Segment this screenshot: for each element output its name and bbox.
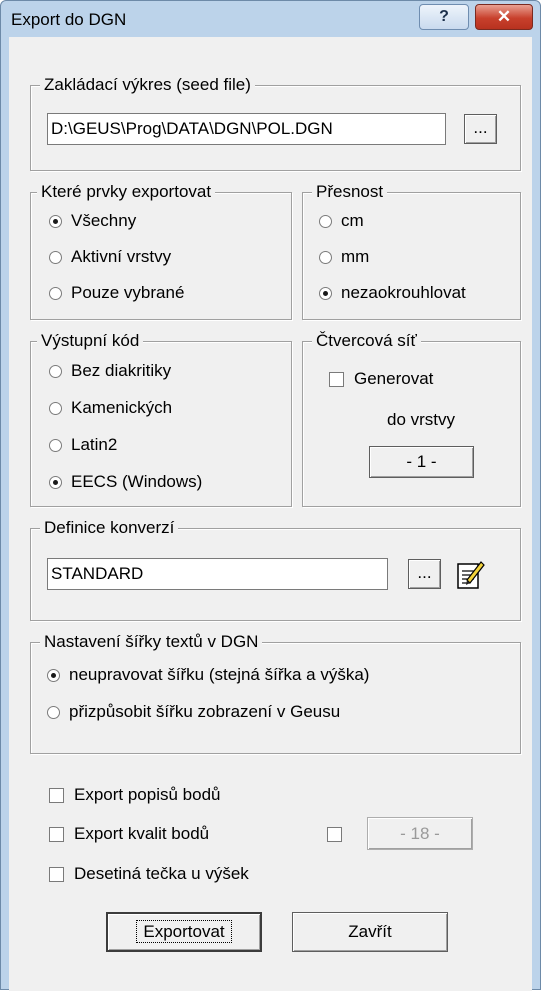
export-dgn-dialog: Export do DGN ? ✕ Zakládací výkres (seed… [0, 0, 541, 991]
conversion-definition-input[interactable]: STANDARD [47, 558, 388, 590]
generate-grid-label: Generovat [354, 369, 434, 388]
close-button[interactable]: Zavřít [292, 912, 448, 952]
text-width-legend: Nastavení šířky textů v DGN [40, 632, 263, 652]
radio-mm[interactable]: mm [319, 246, 369, 268]
quality-layer-checkbox[interactable] [327, 823, 352, 845]
conversion-definition-group: Definice konverzí STANDARD ... [30, 518, 521, 621]
radio-keep-width-label: neupravovat šířku (stejná šířka a výška) [69, 665, 370, 684]
radio-button-icon [319, 250, 332, 264]
generate-grid-checkbox[interactable]: Generovat [329, 368, 433, 390]
precision-group: Přesnost cm mm nezaokrouhlovat [302, 182, 521, 320]
radio-cm-label: cm [341, 211, 364, 230]
radio-adapt-width-label: přizpůsobit šířku zobrazení v Geusu [69, 702, 341, 721]
radio-button-icon [49, 214, 62, 228]
radio-keep-width[interactable]: neupravovat šířku (stejná šířka a výška) [47, 664, 369, 686]
export-elements-group: Které prvky exportovat Všechny Aktivní v… [30, 182, 292, 320]
seed-file-path-input[interactable]: D:\GEUS\Prog\DATA\DGN\POL.DGN [47, 113, 446, 145]
radio-no-diacritics-label: Bez diakritiky [71, 361, 172, 380]
checkbox-icon [49, 787, 64, 803]
radio-active-layers[interactable]: Aktivní vrstvy [49, 246, 171, 268]
export-quality-checkbox[interactable]: Export kvalit bodů [49, 823, 209, 845]
radio-eecs-windows[interactable]: EECS (Windows) [49, 471, 202, 493]
radio-selected-only[interactable]: Pouze vybrané [49, 282, 184, 304]
radio-kamenicky-label: Kamenických [71, 398, 173, 417]
radio-button-icon [49, 250, 62, 264]
radio-button-icon [319, 214, 332, 228]
radio-button-icon [49, 401, 62, 415]
export-button[interactable]: Exportovat [106, 912, 262, 952]
output-code-legend: Výstupní kód [37, 331, 144, 351]
radio-all-label: Všechny [71, 211, 137, 230]
radio-button-icon [49, 286, 62, 300]
grid-layer-label: do vrstvy [387, 410, 456, 429]
export-labels-checkbox[interactable]: Export popisů bodů [49, 784, 221, 806]
grid-layer-button[interactable]: - 1 - [369, 446, 474, 478]
output-code-group: Výstupní kód Bez diakritiky Kamenických … [30, 331, 292, 507]
text-width-group: Nastavení šířky textů v DGN neupravovat … [30, 632, 521, 754]
precision-legend: Přesnost [312, 182, 388, 202]
window-title: Export do DGN [11, 10, 127, 29]
seed-file-legend: Zakládací výkres (seed file) [40, 75, 255, 95]
radio-no-rounding[interactable]: nezaokrouhlovat [319, 282, 466, 304]
seed-file-group: Zakládací výkres (seed file) D:\GEUS\Pro… [30, 75, 521, 171]
conversion-browse-button[interactable]: ... [408, 559, 441, 589]
radio-button-icon [49, 438, 62, 452]
edit-document-icon[interactable] [454, 558, 486, 590]
checkbox-icon [327, 826, 342, 842]
export-labels-label: Export popisů bodů [74, 785, 221, 804]
seed-file-browse-button[interactable]: ... [464, 114, 497, 144]
radio-button-icon [319, 286, 332, 300]
radio-no-rounding-label: nezaokrouhlovat [341, 283, 466, 302]
radio-no-diacritics[interactable]: Bez diakritiky [49, 360, 171, 382]
radio-button-icon [47, 668, 60, 682]
checkbox-icon [329, 371, 344, 387]
radio-kamenicky[interactable]: Kamenických [49, 397, 172, 419]
checkbox-icon [49, 826, 64, 842]
radio-active-layers-label: Aktivní vrstvy [71, 247, 172, 266]
radio-cm[interactable]: cm [319, 210, 364, 232]
square-grid-group: Čtvercová síť Generovat do vrstvy - 1 - [302, 331, 521, 507]
quality-layer-button: - 18 - [367, 817, 473, 850]
radio-button-icon [49, 364, 62, 378]
dialog-client-area: Zakládací výkres (seed file) D:\GEUS\Pro… [9, 37, 532, 991]
radio-button-icon [49, 475, 62, 489]
help-button[interactable]: ? [419, 4, 469, 30]
close-window-button[interactable]: ✕ [475, 4, 533, 30]
export-elements-legend: Které prvky exportovat [37, 182, 216, 202]
radio-button-icon [47, 705, 60, 719]
radio-latin2-label: Latin2 [71, 435, 118, 454]
conversion-definition-legend: Definice konverzí [40, 518, 179, 538]
export-quality-label: Export kvalit bodů [74, 824, 210, 843]
radio-selected-only-label: Pouze vybrané [71, 283, 185, 302]
radio-mm-label: mm [341, 247, 370, 266]
square-grid-legend: Čtvercová síť [312, 331, 421, 351]
decimal-point-checkbox[interactable]: Desetiná tečka u výšek [49, 863, 249, 885]
checkbox-icon [49, 866, 64, 882]
radio-latin2[interactable]: Latin2 [49, 434, 117, 456]
radio-all[interactable]: Všechny [49, 210, 136, 232]
decimal-point-label: Desetiná tečka u výšek [74, 864, 249, 883]
radio-adapt-width[interactable]: přizpůsobit šířku zobrazení v Geusu [47, 701, 340, 723]
radio-eecs-windows-label: EECS (Windows) [71, 472, 203, 491]
export-button-label: Exportovat [136, 920, 232, 943]
title-bar[interactable]: Export do DGN ? ✕ [1, 1, 540, 37]
